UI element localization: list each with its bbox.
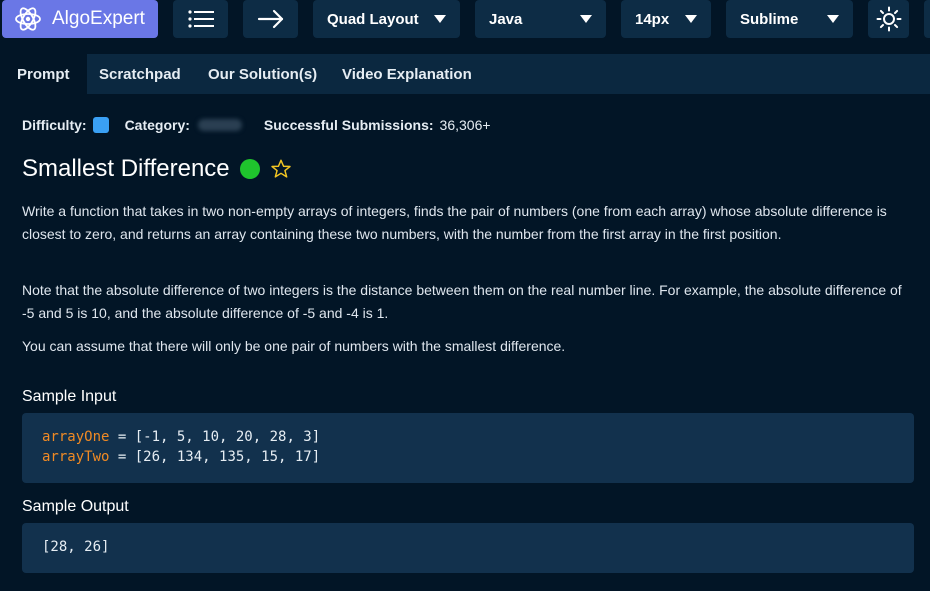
code-line: arrayTwo = [26, 134, 135, 15, 17]	[42, 447, 894, 467]
brand-name: AlgoExpert	[52, 8, 145, 29]
prompt-paragraph: Note that the absolute difference of two…	[22, 282, 902, 321]
question-meta: Difficulty: Category: Successful Submiss…	[22, 115, 491, 135]
difficulty-label: Difficulty:	[22, 117, 87, 133]
code-line: [28, 26]	[42, 539, 110, 555]
top-toolbar: AlgoExpert Quad Layout Java 14px Sublime	[0, 0, 930, 44]
brand-logo-button[interactable]: AlgoExpert	[2, 0, 158, 38]
next-question-button[interactable]	[243, 0, 298, 38]
prompt-paragraph: Write a function that takes in two non-e…	[22, 203, 887, 242]
page-title: Smallest Difference	[22, 155, 230, 182]
overflow-button[interactable]	[924, 0, 930, 38]
prompt-paragraph: You can assume that there will only be o…	[22, 338, 566, 354]
tab-prompt[interactable]: Prompt	[0, 54, 87, 94]
code-line: arrayOne = [-1, 5, 10, 20, 28, 3]	[42, 427, 894, 447]
question-list-button[interactable]	[173, 0, 228, 38]
chevron-down-icon	[827, 15, 839, 23]
star-icon[interactable]	[270, 158, 292, 180]
arrow-right-icon	[257, 9, 283, 29]
code-variable: arrayOne	[42, 429, 110, 445]
atom-logo-icon	[15, 7, 41, 31]
sun-icon	[876, 6, 901, 32]
tab-scratchpad[interactable]: Scratchpad	[99, 54, 181, 94]
theme-select[interactable]: Sublime	[726, 0, 853, 38]
difficulty-indicator	[92, 117, 109, 133]
sample-output-code: [28, 26]	[22, 523, 914, 573]
list-icon	[187, 10, 214, 28]
theme-toggle-button[interactable]	[868, 0, 909, 38]
code-variable: arrayTwo	[42, 449, 110, 465]
submissions-label: Successful Submissions:	[263, 117, 434, 133]
theme-select-label: Sublime	[740, 10, 799, 28]
sample-output-heading: Sample Output	[22, 498, 129, 515]
chevron-down-icon	[580, 15, 592, 23]
question-title-row: Smallest Difference	[22, 152, 292, 186]
code-value: = [-1, 5, 10, 20, 28, 3]	[109, 429, 321, 445]
chevron-down-icon	[685, 15, 697, 23]
submissions-value: 36,306+	[439, 117, 491, 133]
tab-video-explanation[interactable]: Video Explanation	[342, 54, 472, 94]
layout-select-label: Quad Layout	[327, 10, 419, 28]
font-size-select[interactable]: 14px	[621, 0, 711, 38]
sample-input-code: arrayOne = [-1, 5, 10, 20, 28, 3] arrayT…	[22, 413, 914, 483]
tab-bar: Prompt Scratchpad Our Solution(s) Video …	[0, 54, 930, 94]
font-size-select-label: 14px	[635, 10, 670, 28]
sample-input-heading: Sample Input	[22, 388, 117, 405]
category-label: Category:	[124, 117, 190, 133]
category-value-hidden	[197, 119, 242, 131]
layout-select[interactable]: Quad Layout	[313, 0, 460, 38]
completed-status-icon	[239, 159, 260, 179]
language-select[interactable]: Java	[475, 0, 606, 38]
code-value: = [26, 134, 135, 15, 17]	[109, 449, 321, 465]
language-select-label: Java	[489, 10, 523, 28]
chevron-down-icon	[434, 15, 446, 23]
tab-our-solutions[interactable]: Our Solution(s)	[208, 54, 317, 94]
